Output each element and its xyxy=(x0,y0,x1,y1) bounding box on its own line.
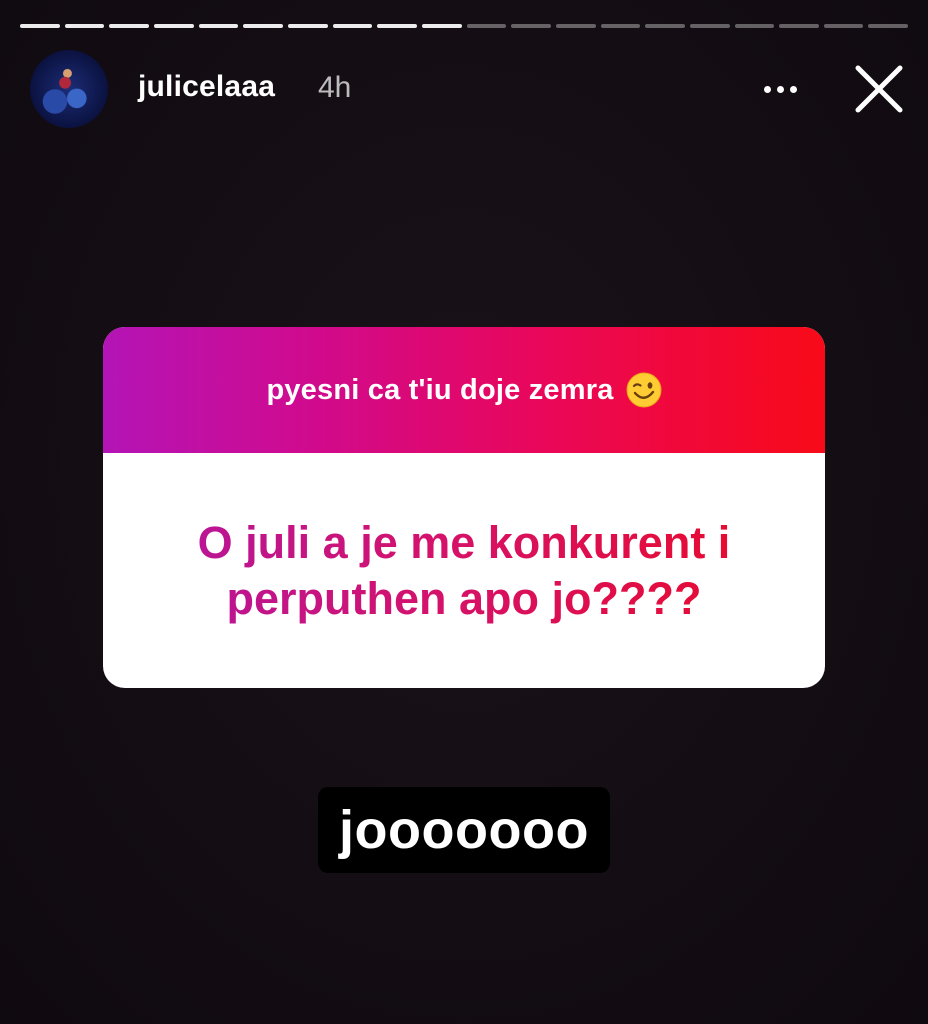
post-time: 4h xyxy=(318,71,352,104)
progress-segment xyxy=(779,24,819,28)
question-prompt: pyesni ca t'iu doje zemra xyxy=(266,373,614,406)
username[interactable]: julicelaaa xyxy=(138,70,275,104)
question-sticker: pyesni ca t'iu doje zemra O juli a je me… xyxy=(103,327,825,688)
progress-segment xyxy=(332,24,373,28)
progress-segment xyxy=(466,24,507,28)
more-horizontal-icon xyxy=(763,85,771,93)
more-dot xyxy=(776,85,784,93)
story-header: julicelaaa 4h xyxy=(30,50,908,128)
answer-label: jooooooo xyxy=(318,787,610,873)
close-button[interactable] xyxy=(850,60,908,118)
progress-segment xyxy=(153,24,194,28)
progress-segment xyxy=(868,24,909,28)
progress-segment xyxy=(823,24,864,28)
question-sticker-body: O juli a je me konkurent i perputhen apo… xyxy=(103,453,825,688)
story-progress-bar xyxy=(20,24,909,28)
progress-segment xyxy=(20,24,60,28)
question-text: O juli a je me konkurent i perputhen apo… xyxy=(143,515,785,627)
progress-segment xyxy=(734,24,775,28)
close-icon xyxy=(855,65,903,113)
progress-segment xyxy=(689,24,730,28)
progress-segment xyxy=(243,24,283,28)
progress-segment xyxy=(555,24,596,28)
avatar[interactable] xyxy=(30,50,108,128)
progress-segment xyxy=(600,24,641,28)
progress-segment xyxy=(421,24,462,28)
more-options-button[interactable] xyxy=(756,72,804,106)
progress-segment xyxy=(377,24,417,28)
question-sticker-header: pyesni ca t'iu doje zemra xyxy=(103,327,825,453)
answer-text: jooooooo xyxy=(339,800,589,860)
more-dot xyxy=(789,85,797,93)
progress-segment xyxy=(287,24,328,28)
progress-segment xyxy=(645,24,685,28)
wink-emoji-icon xyxy=(626,372,662,408)
progress-segment xyxy=(64,24,105,28)
progress-segment xyxy=(511,24,551,28)
progress-segment xyxy=(109,24,149,28)
progress-segment xyxy=(198,24,239,28)
story-viewer: julicelaaa 4h pyesni ca t'iu doje zemra xyxy=(0,0,928,1024)
